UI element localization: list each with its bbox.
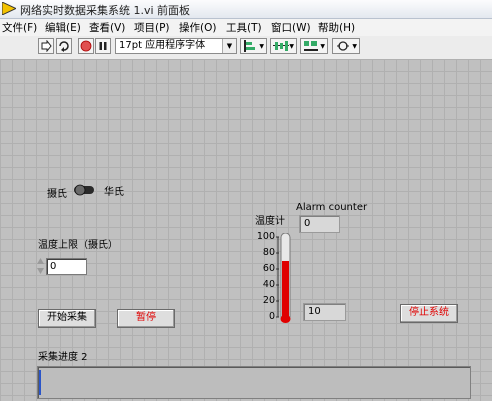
thermometer-bulb xyxy=(280,315,291,323)
window-title: 网络实时数据采集系统 1.vi 前面板 xyxy=(20,4,191,17)
align-objects-dropdown[interactable]: ▼ xyxy=(240,38,267,54)
front-panel: 摄氏 华氏 温度上限（摄氏） 0 温度计 100 80 60 40 20 0 A… xyxy=(0,59,492,401)
reorder-icon xyxy=(337,41,349,51)
menu-file[interactable]: 文件(F) xyxy=(2,20,37,35)
alarm-counter-label: Alarm counter xyxy=(296,202,368,213)
pause-acquisition-button[interactable]: 暂停 xyxy=(117,309,175,328)
thermometer-tick: 0 xyxy=(268,311,275,322)
upper-limit-label: 温度上限（摄氏） xyxy=(38,240,118,251)
switch-label-fahrenheit: 华氏 xyxy=(104,187,124,198)
menu-view[interactable]: 查看(V) xyxy=(89,20,125,35)
menu-tools[interactable]: 工具(T) xyxy=(226,20,262,35)
thermometer-label: 温度计 xyxy=(255,216,285,227)
progress-label: 采集进度 2 xyxy=(38,352,88,363)
alarm-counter-display: 0 xyxy=(299,215,340,233)
chevron-down-icon: ▼ xyxy=(352,43,357,50)
run-continuously-button[interactable] xyxy=(56,38,72,54)
menu-edit[interactable]: 编辑(E) xyxy=(45,20,81,35)
chevron-down-icon: ▼ xyxy=(320,43,325,50)
run-arrow-icon xyxy=(41,40,52,52)
abort-icon xyxy=(80,40,92,52)
toggle-switch-icon xyxy=(74,184,94,196)
acquisition-progress-bar xyxy=(37,366,471,399)
upper-limit-input[interactable]: 0 xyxy=(46,258,87,275)
start-acquisition-button[interactable]: 开始采集 xyxy=(38,309,96,328)
temperature-value-display: 10 xyxy=(303,303,346,321)
thermometer-tick: 80 xyxy=(262,247,275,258)
chevron-down-icon: ▼ xyxy=(222,39,236,53)
thermometer-tick: 60 xyxy=(262,263,275,274)
resize-objects-dropdown[interactable]: ▼ xyxy=(300,38,328,54)
font-select[interactable]: 17pt 应用程序字体 ▼ xyxy=(115,38,237,54)
chevron-down-icon: ▼ xyxy=(259,43,264,50)
thermometer-tick: 100 xyxy=(256,231,275,242)
thermometer-gauge xyxy=(276,233,291,323)
pause-button[interactable] xyxy=(95,38,111,54)
reorder-dropdown[interactable]: ▼ xyxy=(332,38,360,54)
chevron-down-icon: ▼ xyxy=(289,43,294,50)
unit-toggle-switch[interactable] xyxy=(73,184,95,196)
pause-icon xyxy=(99,42,107,50)
align-icon xyxy=(244,40,255,52)
distribute-objects-dropdown[interactable]: ▼ xyxy=(270,38,297,54)
menu-project[interactable]: 项目(P) xyxy=(134,20,170,35)
spinner-arrows-icon xyxy=(37,258,44,274)
font-select-value: 17pt 应用程序字体 xyxy=(119,40,206,51)
labview-vi-icon xyxy=(2,2,16,15)
run-continuously-icon xyxy=(59,41,69,52)
run-button[interactable] xyxy=(38,38,54,54)
upper-limit-spinner[interactable] xyxy=(36,257,45,275)
toolbar: 17pt 应用程序字体 ▼ ▼ ▼ ▼ ▼ xyxy=(0,36,492,60)
progress-indicator xyxy=(39,370,41,395)
window-titlebar: 网络实时数据采集系统 1.vi 前面板 xyxy=(0,0,492,19)
resize-icon xyxy=(304,41,318,51)
menu-help[interactable]: 帮助(H) xyxy=(318,20,355,35)
abort-button[interactable] xyxy=(78,38,94,54)
stop-system-button[interactable]: 停止系统 xyxy=(400,304,458,323)
menu-operate[interactable]: 操作(O) xyxy=(179,20,216,35)
thermometer-fill xyxy=(282,261,289,319)
switch-label-celsius: 摄氏 xyxy=(47,189,67,200)
thermometer-tick: 20 xyxy=(262,295,275,306)
thermometer-tick: 40 xyxy=(262,279,275,290)
menu-window[interactable]: 窗口(W) xyxy=(271,20,311,35)
menu-bar: 文件(F) 编辑(E) 查看(V) 项目(P) 操作(O) 工具(T) 窗口(W… xyxy=(0,19,492,36)
distribute-icon xyxy=(273,41,289,51)
